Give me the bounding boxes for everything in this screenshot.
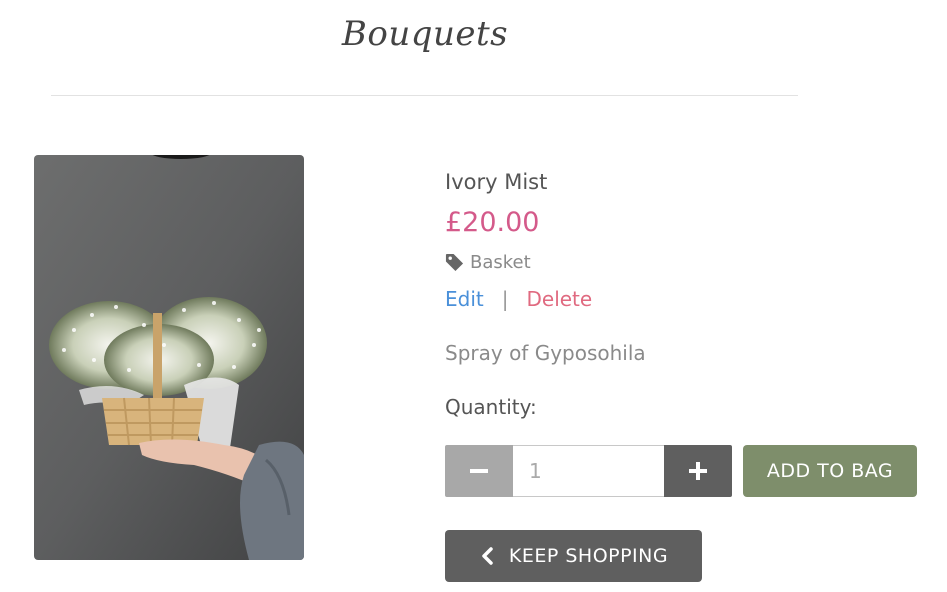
minus-icon bbox=[470, 469, 488, 473]
chevron-left-icon bbox=[482, 547, 493, 565]
page-title: Bouquets bbox=[341, 14, 509, 54]
quantity-input[interactable] bbox=[513, 445, 664, 497]
increment-button[interactable] bbox=[664, 445, 732, 497]
quantity-stepper bbox=[445, 445, 732, 497]
edit-link[interactable]: Edit bbox=[445, 287, 484, 311]
product-category: Basket bbox=[445, 252, 531, 273]
admin-links: Edit | Delete bbox=[445, 287, 592, 311]
add-to-bag-button[interactable]: ADD TO BAG bbox=[743, 445, 917, 497]
product-name: Ivory Mist bbox=[445, 170, 548, 194]
decrement-button[interactable] bbox=[445, 445, 513, 497]
tag-icon bbox=[445, 253, 464, 272]
title-divider bbox=[51, 95, 798, 96]
link-separator: | bbox=[501, 287, 509, 311]
delete-link[interactable]: Delete bbox=[526, 287, 592, 311]
keep-shopping-button[interactable]: KEEP SHOPPING bbox=[445, 530, 702, 582]
quantity-label: Quantity: bbox=[445, 395, 537, 419]
product-price: £20.00 bbox=[445, 207, 540, 238]
plus-icon bbox=[689, 462, 707, 480]
keep-shopping-label: KEEP SHOPPING bbox=[508, 545, 669, 567]
product-description: Spray of Gyposohila bbox=[445, 341, 646, 365]
category-link[interactable]: Basket bbox=[470, 252, 531, 273]
product-image bbox=[34, 155, 304, 560]
